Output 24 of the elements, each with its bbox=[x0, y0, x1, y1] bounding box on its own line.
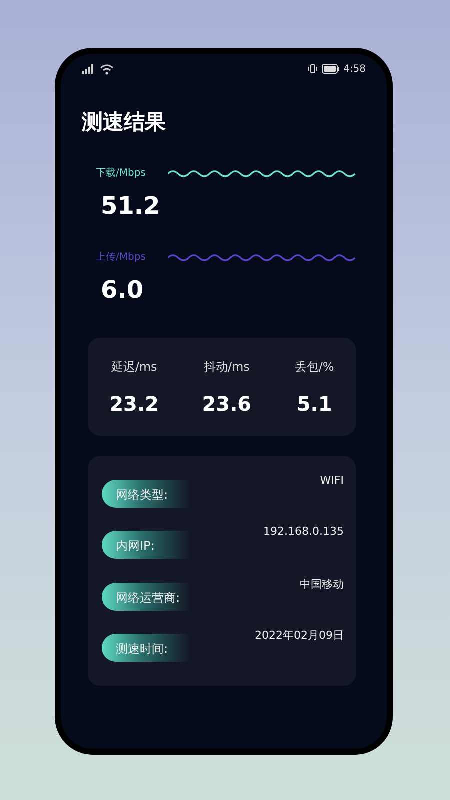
info-label: 网络类型: bbox=[102, 480, 190, 508]
stat-label: 延迟/ms bbox=[111, 358, 158, 376]
clock-time: 4:58 bbox=[344, 64, 366, 74]
stat-value: 5.1 bbox=[296, 392, 332, 416]
wifi-icon bbox=[100, 64, 114, 74]
info-label: 内网IP: bbox=[102, 531, 190, 560]
stat-label: 丢包/% bbox=[294, 358, 334, 376]
speed-value: 6.0 bbox=[100, 276, 145, 304]
info-value: 中国移动 bbox=[300, 576, 344, 592]
battery-icon bbox=[322, 64, 340, 74]
info-value: 2022年02月09日 bbox=[255, 628, 344, 644]
signal-icon bbox=[82, 64, 96, 74]
stat-value: 23.6 bbox=[202, 392, 252, 416]
info-label: 网络运营商: bbox=[102, 582, 190, 611]
speed-value: 51.2 bbox=[100, 192, 162, 220]
stat-label: 抖动/ms bbox=[204, 358, 250, 376]
page-title: 测速结果 bbox=[82, 109, 167, 136]
info-value: WIFI bbox=[320, 474, 344, 487]
speed-label: 上传/Mbps bbox=[96, 250, 147, 264]
vibrate-icon bbox=[308, 64, 318, 74]
info-value: 192.168.0.135 bbox=[264, 525, 344, 538]
speed-label: 下载/Mbps bbox=[96, 166, 147, 180]
stat-value: 23.2 bbox=[110, 392, 159, 416]
info-label: 测速时间: bbox=[102, 634, 190, 662]
